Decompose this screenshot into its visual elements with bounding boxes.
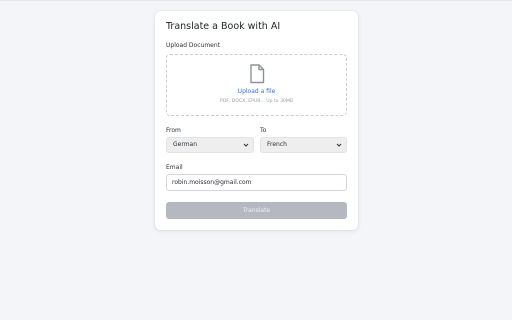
email-field[interactable]: robin.moisson@gmail.com: [166, 174, 347, 191]
to-label: To: [260, 127, 267, 134]
email-label: Email: [166, 164, 183, 171]
from-language-value: German: [173, 141, 198, 148]
upload-file-link[interactable]: Upload a file: [167, 88, 346, 95]
chevron-down-icon: [243, 143, 249, 147]
upload-dropzone[interactable]: Upload a file PDF, DOCX, EPUB... Up to 3…: [166, 54, 347, 116]
upload-label: Upload Document: [166, 42, 221, 49]
translate-form-card: Translate a Book with AI Upload Document…: [155, 11, 358, 230]
from-language-select[interactable]: German: [166, 137, 254, 153]
to-language-value: French: [267, 141, 287, 148]
from-label: From: [166, 127, 181, 134]
top-divider: [0, 0, 512, 1]
upload-hint: PDF, DOCX, EPUB... Up to 30MB: [219, 99, 294, 104]
to-language-select[interactable]: French: [260, 137, 347, 153]
form-title: Translate a Book with AI: [166, 21, 281, 32]
file-icon: [250, 64, 265, 84]
translate-button[interactable]: Translate: [166, 202, 347, 219]
chevron-down-icon: [336, 143, 342, 147]
